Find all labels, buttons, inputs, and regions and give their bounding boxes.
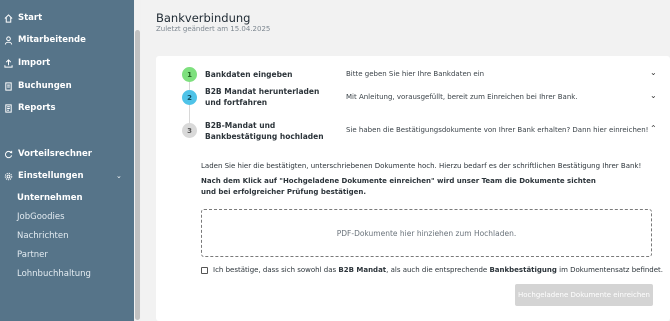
sidebar-sub-nachrichten[interactable]: Nachrichten xyxy=(17,231,69,241)
page-title: Bankverbindung xyxy=(156,11,251,25)
pdf-dropzone[interactable]: PDF-Dokumente hier hinziehen zum Hochlad… xyxy=(201,209,652,257)
sidebar-item-einstellungen[interactable]: Einstellungen xyxy=(4,169,84,183)
confirm-text-2: , als auch die entsprechende xyxy=(386,266,490,274)
step-title-3: B2B-Mandat und Bankbestätigung hochladen xyxy=(205,121,324,141)
upload-intro: Laden Sie hier die bestätigten, untersch… xyxy=(201,162,642,170)
scrollbar-thumb[interactable] xyxy=(135,30,140,320)
submit-documents-button[interactable]: Hochgeladene Dokumente einreichen xyxy=(515,284,653,306)
sidebar-item-reports[interactable]: Reports xyxy=(4,101,56,115)
confirm-text-3: im Dokumentensatz befindet. xyxy=(556,266,664,274)
chevron-down-icon[interactable]: ⌄ xyxy=(116,172,122,180)
sidebar-item-buchungen[interactable]: Buchungen xyxy=(4,79,72,93)
sidebar-item-label: Vorteilsrechner xyxy=(18,149,92,159)
main-content: Bankverbindung Zuletzt geändert am 15.04… xyxy=(141,0,670,321)
sidebar-sub-lohnbuchhaltung[interactable]: Lohnbuchhaltung xyxy=(17,269,91,279)
sidebar-item-label: Reports xyxy=(18,103,56,113)
sidebar-item-label: Einstellungen xyxy=(18,171,84,181)
step-desc-3: Sie haben die Bestätigungsdokumente von … xyxy=(346,126,649,134)
chevron-down-icon[interactable]: ⌄ xyxy=(650,68,657,77)
home-icon xyxy=(4,13,13,23)
sidebar-item-label: Mitarbeitende xyxy=(18,35,86,45)
confirm-label: Ich bestätige, dass sich sowohl das B2B … xyxy=(213,266,663,274)
upload-icon xyxy=(4,58,13,68)
step-title-1: Bankdaten eingeben xyxy=(205,70,293,79)
sidebar: Start Mitarbeitende Import Buchungen Rep… xyxy=(0,0,141,321)
confirm-text-bank: Bankbestätigung xyxy=(489,266,557,274)
reports-icon xyxy=(4,103,13,113)
sidebar-item-start[interactable]: Start xyxy=(4,11,42,25)
dropzone-label: PDF-Dokumente hier hinziehen zum Hochlad… xyxy=(336,228,517,238)
confirm-text-1: Ich bestätige, dass sich sowohl das xyxy=(213,266,339,274)
confirm-text-b2b: B2B Mandat xyxy=(338,266,387,274)
sidebar-item-label: Buchungen xyxy=(18,81,72,91)
gear-icon xyxy=(4,172,13,181)
user-icon xyxy=(4,35,13,45)
step-number-2: 2 xyxy=(182,90,197,105)
sidebar-sub-jobgoodies[interactable]: JobGoodies xyxy=(17,212,65,222)
sidebar-scrollbar[interactable] xyxy=(134,0,141,321)
step-desc-1: Bitte geben Sie hier Ihre Bankdaten ein xyxy=(346,70,485,78)
sidebar-item-vorteilsrechner[interactable]: Vorteilsrechner xyxy=(4,147,92,161)
chevron-up-icon[interactable]: ⌃ xyxy=(650,124,657,133)
bookings-icon xyxy=(4,81,13,91)
bank-steps-card: 1 Bankdaten eingeben Bitte geben Sie hie… xyxy=(156,56,670,321)
sidebar-sub-unternehmen[interactable]: Unternehmen xyxy=(17,193,83,203)
sidebar-item-label: Import xyxy=(18,58,51,68)
confirm-checkbox[interactable] xyxy=(201,267,208,274)
chevron-down-icon[interactable]: ⌄ xyxy=(650,91,657,100)
step-number-1: 1 xyxy=(182,67,197,82)
refresh-icon xyxy=(4,150,13,159)
page-subtitle: Zuletzt geändert am 15.04.2025 xyxy=(156,25,271,33)
step-desc-2: Mit Anleitung, vorausgefüllt, bereit zum… xyxy=(346,93,578,101)
step-title-2: B2B Mandat herunterladen und fortfahren xyxy=(205,87,320,107)
step-number-3: 3 xyxy=(182,123,197,138)
sidebar-item-mitarbeitende[interactable]: Mitarbeitende xyxy=(4,33,86,47)
sidebar-sub-partner[interactable]: Partner xyxy=(17,250,48,260)
sidebar-item-label: Start xyxy=(18,13,43,23)
sidebar-item-import[interactable]: Import xyxy=(4,56,50,70)
upload-note: Nach dem Klick auf "Hochgeladene Dokumen… xyxy=(201,177,596,196)
